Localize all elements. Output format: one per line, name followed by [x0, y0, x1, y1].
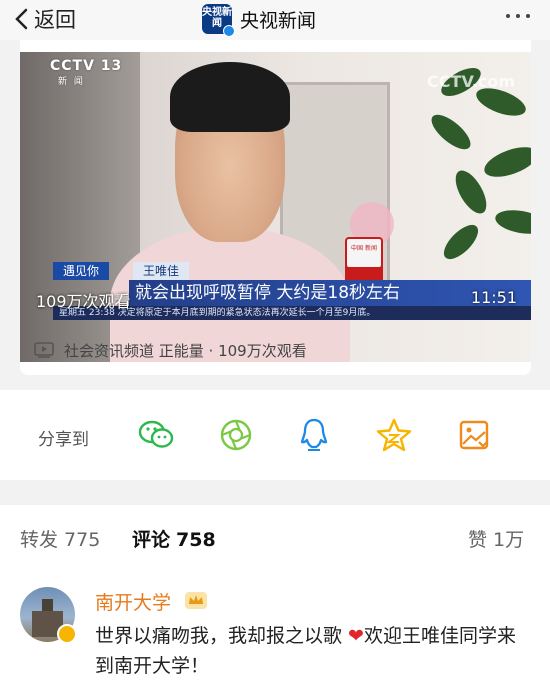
- tab-like-label: 赞: [468, 529, 488, 551]
- top-bar: 返回 央视新闻 央视新闻: [0, 0, 550, 40]
- comment-text: 世界以痛吻我，我却报之以歌 ❤欢迎王唯佳同学来到南开大学！: [95, 625, 516, 677]
- crown-icon: [185, 592, 207, 609]
- back-label: 返回: [34, 8, 76, 32]
- share-bar: 分享到: [0, 390, 550, 480]
- account-name: 央视新闻: [240, 9, 317, 32]
- tab-like[interactable]: 赞 1万: [468, 525, 524, 552]
- account-header[interactable]: 央视新闻 央视新闻: [202, 4, 317, 37]
- comment-author[interactable]: 南开大学: [95, 588, 171, 615]
- qzone-icon[interactable]: [374, 415, 414, 455]
- chevron-left-icon: [15, 8, 28, 30]
- tab-comment[interactable]: 评论 758: [132, 525, 216, 552]
- interaction-tabs: 转发 775 评论 758 赞 1万: [0, 505, 550, 565]
- verified-badge-icon: [223, 25, 235, 37]
- views-overlay: 109万次观看: [36, 292, 131, 311]
- tab-repost-label: 转发: [20, 529, 59, 551]
- wechat-icon[interactable]: [136, 415, 176, 455]
- lower-third-name: 王唯佳: [133, 262, 190, 280]
- moments-icon[interactable]: [216, 415, 256, 455]
- back-button[interactable]: 返回: [14, 4, 76, 34]
- video-meta[interactable]: 社会资讯频道 正能量 · 109万次观看: [34, 340, 307, 360]
- lower-third-tag: 遇见你: [53, 262, 110, 280]
- comment-item: 南开大学 世界以痛吻我，我却报之以歌 ❤欢迎王唯佳同学来到南开大学！: [0, 565, 550, 683]
- qq-icon[interactable]: [294, 415, 334, 455]
- account-logo: 央视新闻: [202, 4, 235, 37]
- tab-comment-label: 评论: [132, 529, 171, 551]
- video-duration: 11:51: [470, 288, 517, 307]
- tab-repost[interactable]: 转发 775: [20, 525, 100, 552]
- video-meta-text: 社会资讯频道 正能量 · 109万次观看: [64, 341, 307, 360]
- heart-icon: ❤: [348, 625, 364, 647]
- tab-like-count: 1万: [493, 529, 525, 551]
- cctv-watermark: CCTV.com: [427, 72, 515, 91]
- video-icon: [34, 342, 54, 358]
- save-icon[interactable]: [454, 415, 494, 455]
- share-label: 分享到: [38, 430, 89, 450]
- channel-logo: CCTV 13 新 闻: [50, 58, 123, 87]
- tab-comment-count: 758: [176, 529, 216, 551]
- video-player[interactable]: 中国 新闻 CCTV 13 新 闻 CCTV.com 遇见你 王唯佳 就会出现呼…: [20, 52, 531, 362]
- verified-badge-icon: [57, 624, 77, 644]
- tab-repost-count: 775: [64, 529, 101, 551]
- more-options-icon[interactable]: [506, 14, 530, 18]
- video-card: 中国 新闻 CCTV 13 新 闻 CCTV.com 遇见你 王唯佳 就会出现呼…: [20, 40, 531, 375]
